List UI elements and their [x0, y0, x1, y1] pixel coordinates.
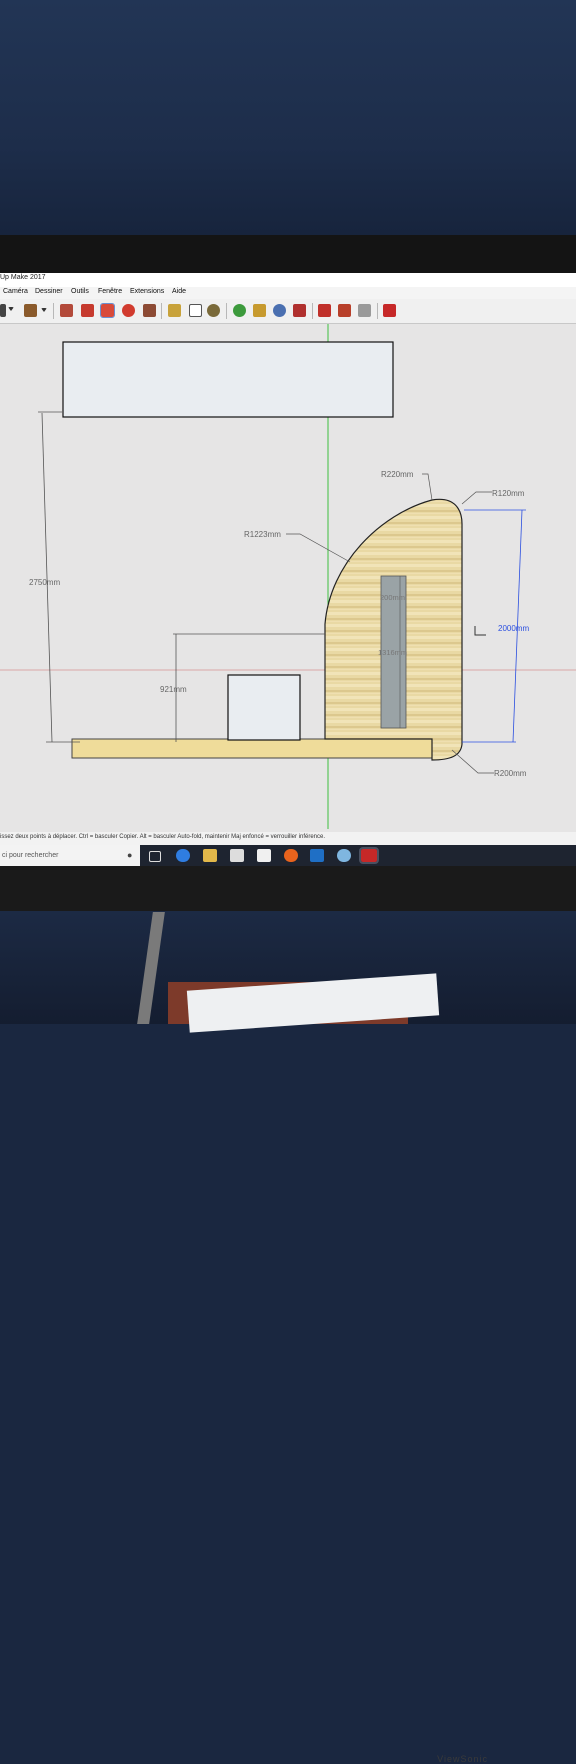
label-200-bar: 200mm	[380, 593, 405, 602]
dimension-2750	[38, 411, 80, 743]
app-icon[interactable]	[337, 849, 351, 862]
scale-icon[interactable]	[143, 304, 156, 317]
zoom-icon[interactable]	[253, 304, 266, 317]
window-title: Up Make 2017	[0, 274, 46, 281]
text-icon[interactable]	[189, 304, 202, 317]
search-placeholder: ci pour rechercher	[2, 852, 59, 859]
base-board[interactable]	[71, 738, 433, 759]
menu-bar: Caméra Dessiner Outils Fenêtre Extension…	[0, 287, 576, 299]
orbit-icon[interactable]	[207, 304, 220, 317]
label-r200: R200mm	[494, 769, 527, 778]
windows-taskbar: ci pour rechercher ●	[0, 845, 576, 867]
label-2000: 2000mm	[498, 624, 529, 633]
move-icon[interactable]	[100, 303, 115, 318]
firefox-icon[interactable]	[284, 849, 298, 862]
sketchup-icon[interactable]	[359, 847, 379, 864]
label-r120: R120mm	[492, 489, 525, 498]
toolbar-separator	[53, 303, 54, 319]
select-icon[interactable]	[0, 304, 6, 317]
toolbar-separator	[161, 303, 162, 319]
menu-window[interactable]: Fenêtre	[98, 288, 122, 295]
layout-icon[interactable]	[358, 304, 371, 317]
dropdown-icon[interactable]	[8, 307, 14, 311]
toolbar	[0, 299, 576, 324]
monitor-screen: Up Make 2017 Caméra Dessiner Outils Fenê…	[0, 273, 576, 867]
file-explorer-icon[interactable]	[203, 849, 217, 862]
mail-icon[interactable]	[257, 849, 271, 862]
task-view-icon[interactable]	[149, 851, 161, 862]
monitor-bezel-bottom: ViewSonic	[0, 866, 576, 1764]
taskbar-search[interactable]: ci pour rechercher ●	[0, 845, 140, 867]
small-box[interactable]	[227, 674, 301, 741]
zoom-extents-icon[interactable]	[293, 304, 306, 317]
store-icon[interactable]	[230, 849, 244, 862]
tape-measure-icon[interactable]	[168, 304, 181, 317]
paint-icon[interactable]	[81, 304, 94, 317]
microphone-icon[interactable]: ●	[127, 850, 132, 860]
monitor-brand: ViewSonic	[437, 1754, 488, 1764]
status-text: issez deux points à déplacer. Ctrl = bas…	[0, 834, 326, 840]
outlook-icon[interactable]	[310, 849, 324, 862]
zoom-extents-icon[interactable]	[273, 304, 286, 317]
edge-icon[interactable]	[176, 849, 190, 862]
toolbar-separator	[226, 303, 227, 319]
paint-bucket-icon[interactable]	[60, 304, 73, 317]
warehouse-icon[interactable]	[318, 304, 331, 317]
toolbar-separator	[312, 303, 313, 319]
menu-camera[interactable]: Caméra	[3, 288, 28, 295]
extension-icon[interactable]	[338, 304, 351, 317]
top-panel[interactable]	[62, 341, 394, 418]
label-1316: 1316mm	[378, 648, 407, 657]
background-wall	[0, 0, 576, 245]
title-bar: Up Make 2017	[0, 273, 576, 287]
pan-icon[interactable]	[233, 304, 246, 317]
label-921: 921mm	[160, 685, 187, 694]
label-r1223: R1223mm	[244, 530, 281, 539]
axis-marker	[474, 626, 486, 636]
monitor-bezel-top	[0, 235, 576, 273]
rotate-icon[interactable]	[122, 304, 135, 317]
status-bar: issez deux points à déplacer. Ctrl = bas…	[0, 832, 576, 845]
dropdown-icon[interactable]	[41, 308, 47, 312]
menu-draw[interactable]: Dessiner	[35, 288, 63, 295]
menu-extensions[interactable]: Extensions	[130, 288, 164, 295]
drawing-canvas[interactable]: 2750mm 921mm 2000mm 1316mm 200mm R1223mm…	[0, 324, 576, 832]
label-2750: 2750mm	[29, 578, 60, 587]
label-r220: R220mm	[381, 470, 414, 479]
material-icon[interactable]	[24, 304, 37, 317]
ruby-icon[interactable]	[383, 304, 396, 317]
menu-help[interactable]: Aide	[172, 288, 186, 295]
drawing-svg[interactable]: 2750mm 921mm 2000mm 1316mm 200mm R1223mm…	[0, 324, 576, 832]
toolbar-separator	[377, 303, 378, 319]
menu-tools[interactable]: Outils	[71, 288, 89, 295]
